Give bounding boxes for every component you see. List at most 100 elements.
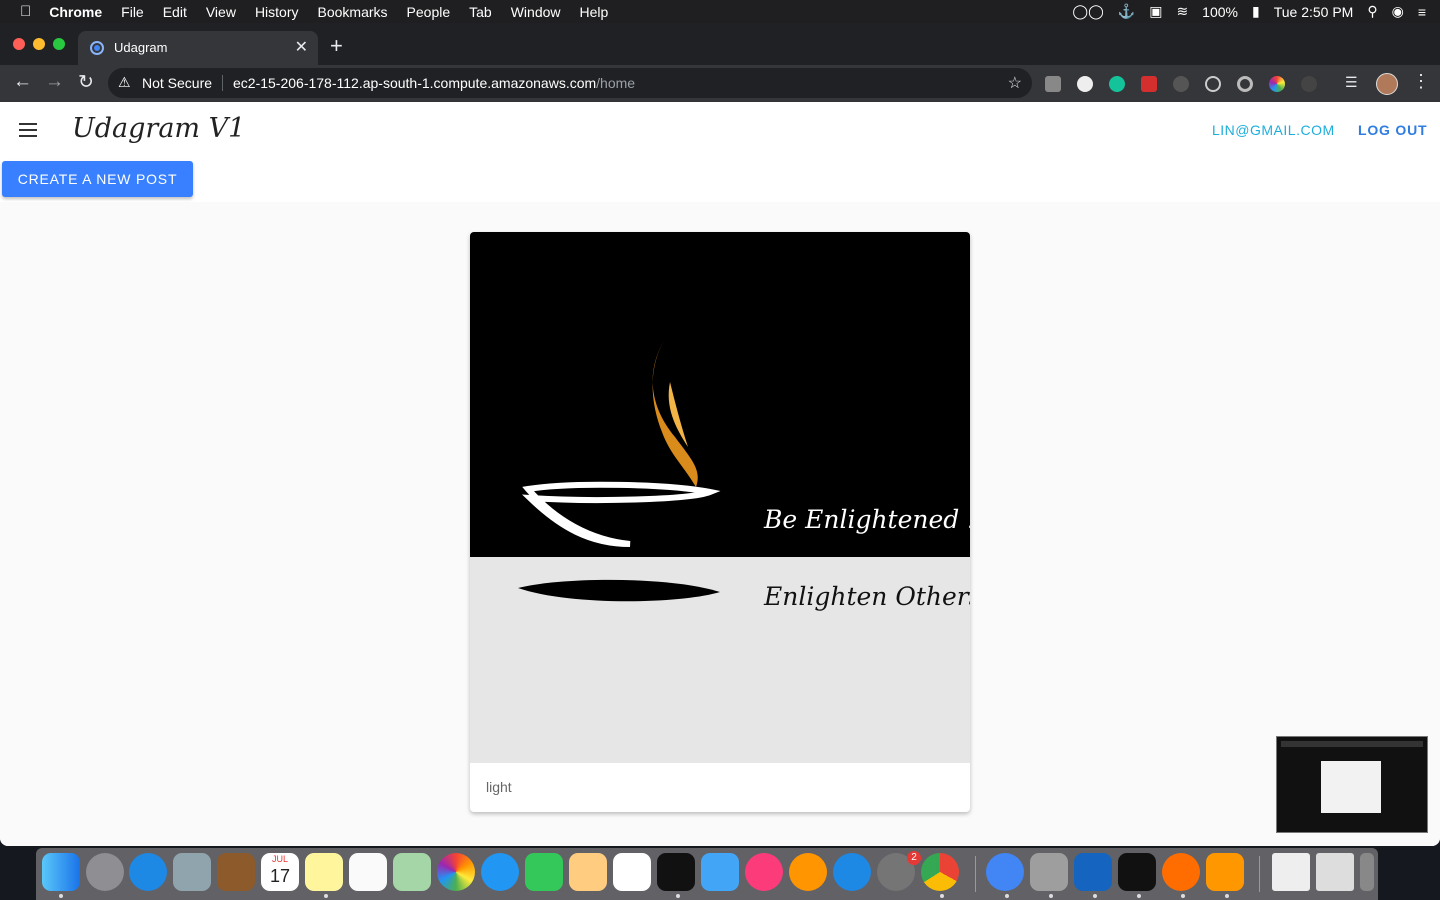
docker-icon[interactable]: ⚓: [1118, 3, 1135, 20]
iterm-icon[interactable]: [1118, 853, 1156, 891]
messages-icon[interactable]: [481, 853, 519, 891]
extension-recycle-icon[interactable]: [1173, 76, 1189, 92]
menu-view[interactable]: View: [206, 4, 236, 20]
chrome-menu-icon[interactable]: ⋮: [1412, 71, 1430, 92]
macos-dock: JUL 17 2: [36, 848, 1378, 900]
zoom-window-button[interactable]: [53, 38, 65, 50]
menu-tab[interactable]: Tab: [469, 4, 492, 20]
apple-menu-icon[interactable]: : [20, 3, 31, 20]
menu-people[interactable]: People: [407, 4, 451, 20]
user-email-link[interactable]: LIN@GMAIL.COM: [1212, 122, 1335, 138]
post-image: Be Enlightened ! Enlighten Others !: [470, 232, 970, 763]
reading-list-icon[interactable]: ☰: [1345, 74, 1361, 90]
url-text[interactable]: ec2-15-206-178-112.ap-south-1.compute.am…: [233, 75, 635, 91]
close-window-button[interactable]: [13, 38, 25, 50]
downloads-stack-icon[interactable]: [1316, 853, 1354, 891]
sublime-text-icon[interactable]: [1206, 853, 1244, 891]
maps-icon[interactable]: [393, 853, 431, 891]
keychain-icon[interactable]: [1030, 853, 1068, 891]
bookmark-star-icon[interactable]: ☆: [1008, 73, 1022, 93]
color-picker-extension-icon[interactable]: [1269, 76, 1285, 92]
mail-icon[interactable]: [173, 853, 211, 891]
pages-icon[interactable]: [569, 853, 607, 891]
running-indicator: [1225, 894, 1229, 898]
post-caption: light: [486, 779, 512, 795]
extension-feather-icon[interactable]: [1045, 76, 1061, 92]
running-indicator: [1005, 894, 1009, 898]
create-post-button[interactable]: CREATE A NEW POST: [2, 161, 193, 197]
react-devtools-icon[interactable]: [1205, 76, 1221, 92]
menu-history[interactable]: History: [255, 4, 299, 20]
battery-percent[interactable]: 100%: [1202, 4, 1238, 20]
app-header: Udagram V1 LIN@GMAIL.COM LOG OUT: [0, 102, 1440, 158]
numbers-icon[interactable]: [613, 853, 651, 891]
security-label[interactable]: Not Secure: [142, 75, 212, 91]
launchpad-icon[interactable]: [86, 853, 124, 891]
url-path: /home: [596, 75, 636, 91]
action-strip: [0, 158, 1440, 202]
running-indicator: [1093, 894, 1097, 898]
finder-icon[interactable]: [42, 853, 80, 891]
warning-icon[interactable]: ⚠: [118, 74, 131, 91]
menu-help[interactable]: Help: [580, 4, 609, 20]
reload-icon[interactable]: ↻: [78, 71, 94, 94]
app-store-icon[interactable]: [833, 853, 871, 891]
menu-edit[interactable]: Edit: [163, 4, 187, 20]
tab-strip: Udagram ✕ +: [0, 23, 1440, 65]
chrome-icon[interactable]: [921, 853, 959, 891]
post-card: Be Enlightened ! Enlighten Others ! ligh…: [470, 232, 970, 812]
control-center-icon[interactable]: ≡: [1418, 4, 1426, 20]
trash-icon[interactable]: [1360, 853, 1374, 891]
contacts-icon[interactable]: [217, 853, 255, 891]
calendar-icon[interactable]: JUL 17: [261, 853, 299, 891]
itunes-icon[interactable]: [745, 853, 783, 891]
terminal-icon[interactable]: [657, 853, 695, 891]
system-preferences-badge: 2: [907, 851, 921, 865]
keynote-icon[interactable]: [701, 853, 739, 891]
address-separator: [222, 75, 223, 91]
running-indicator: [676, 894, 680, 898]
clock[interactable]: Tue 2:50 PM: [1274, 4, 1354, 20]
menu-window[interactable]: Window: [511, 4, 561, 20]
chrome-favicon-icon: [90, 41, 104, 55]
extension-bug-icon[interactable]: [1301, 76, 1317, 92]
image-text-line2: Enlighten Others !: [763, 582, 970, 611]
chromium-icon[interactable]: [986, 853, 1024, 891]
close-tab-icon[interactable]: ✕: [295, 37, 308, 57]
photos-icon[interactable]: [437, 853, 475, 891]
minimize-window-button[interactable]: [33, 38, 45, 50]
glasses-icon[interactable]: ◯◯: [1072, 3, 1103, 20]
wifi-icon[interactable]: ≋: [1176, 3, 1188, 20]
profile-avatar[interactable]: [1376, 73, 1398, 95]
hamburger-menu-icon[interactable]: [19, 123, 37, 137]
forward-arrow-icon[interactable]: →: [45, 71, 64, 93]
dock-divider: [975, 856, 976, 892]
menu-file[interactable]: File: [121, 4, 144, 20]
battery-icon[interactable]: ▮: [1252, 3, 1260, 20]
notes-icon[interactable]: [305, 853, 343, 891]
lock-status-icon[interactable]: ▣: [1149, 3, 1162, 20]
postman-icon[interactable]: [1162, 853, 1200, 891]
extension-circle-icon[interactable]: [1077, 76, 1093, 92]
document-icon[interactable]: [1272, 853, 1310, 891]
extension-target-icon[interactable]: [1237, 76, 1253, 92]
running-indicator: [1181, 894, 1185, 898]
extension-red-icon[interactable]: [1141, 76, 1157, 92]
grammarly-extension-icon[interactable]: [1109, 76, 1125, 92]
app-menu-chrome[interactable]: Chrome: [49, 4, 102, 20]
siri-icon[interactable]: ◉: [1392, 3, 1404, 20]
tab-udagram[interactable]: Udagram ✕: [78, 31, 318, 65]
screen-thumbnail[interactable]: [1276, 736, 1428, 833]
menu-bookmarks[interactable]: Bookmarks: [318, 4, 388, 20]
new-tab-button[interactable]: +: [330, 33, 343, 59]
safari-icon[interactable]: [129, 853, 167, 891]
address-bar[interactable]: ⚠ Not Secure ec2-15-206-178-112.ap-south…: [108, 68, 1032, 98]
logout-button[interactable]: LOG OUT: [1358, 122, 1427, 138]
back-arrow-icon[interactable]: ←: [13, 71, 32, 93]
books-icon[interactable]: [789, 853, 827, 891]
vscode-icon[interactable]: [1074, 853, 1112, 891]
spotlight-search-icon[interactable]: ⚲: [1367, 3, 1377, 20]
facetime-icon[interactable]: [525, 853, 563, 891]
reminders-icon[interactable]: [349, 853, 387, 891]
thumbnail-window: [1321, 761, 1381, 813]
